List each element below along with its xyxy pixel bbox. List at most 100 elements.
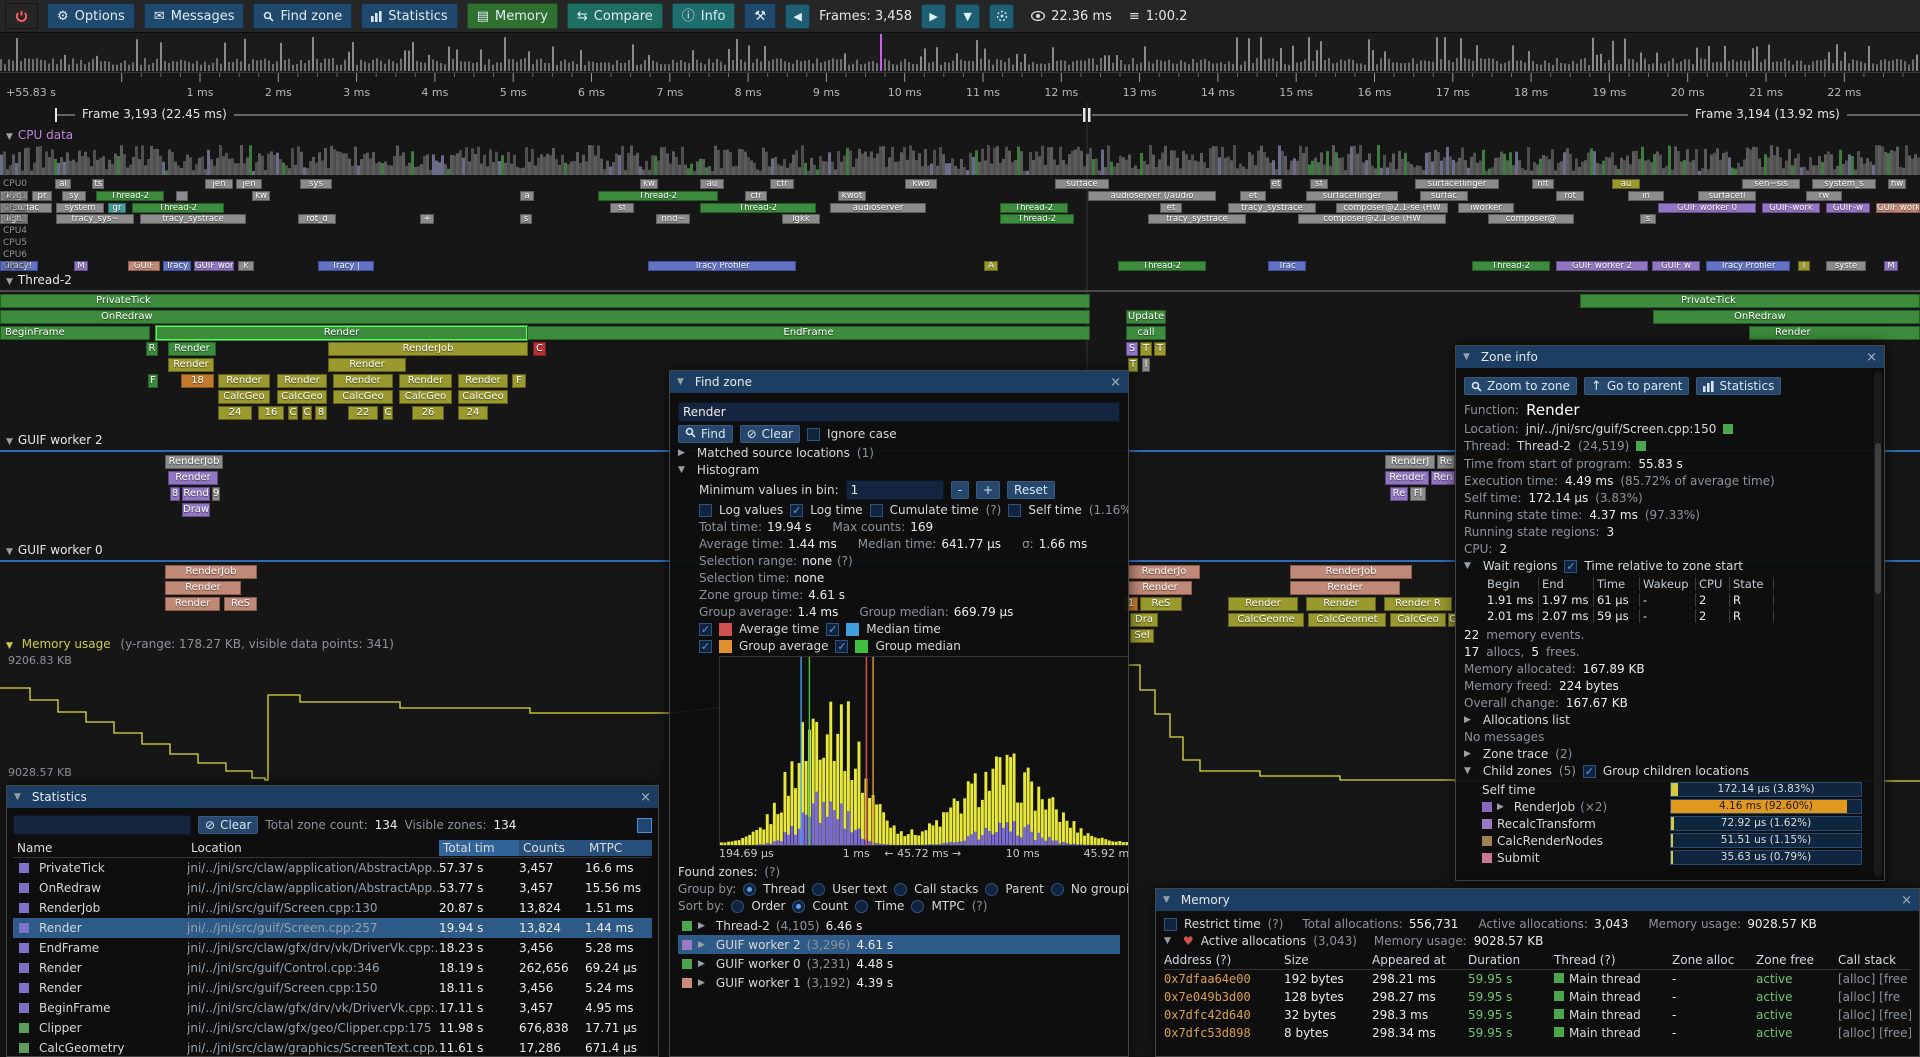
stats-col-header-counts[interactable]: Counts <box>519 840 585 856</box>
cpu-zone[interactable]: et <box>1240 191 1266 201</box>
timeline-zone[interactable]: Render <box>168 358 214 372</box>
cpu-zone[interactable]: k <box>238 261 254 271</box>
collapse-icon[interactable]: ▼ <box>14 792 21 802</box>
min-bin-decrement-button[interactable]: - <box>951 481 969 499</box>
timeline-zone[interactable]: Render <box>1385 471 1429 485</box>
cpu-zone[interactable]: a <box>520 191 534 201</box>
cpu-zone[interactable]: au <box>1612 179 1640 189</box>
cpu-zone[interactable]: audioserver (/audio <box>1088 191 1216 201</box>
cpu-zone[interactable]: composer@ <box>1488 214 1574 224</box>
timeline-zone[interactable]: Sel <box>1130 629 1154 643</box>
child-zone-row[interactable]: Submit35.63 us (0.79%) <box>1464 849 1870 866</box>
cpu-zone[interactable]: Thread-2 <box>598 191 718 201</box>
option-checkbox-log-time[interactable] <box>790 504 803 517</box>
min-bin-input[interactable] <box>846 480 944 500</box>
timeline-zone[interactable]: RenderJob <box>328 342 528 356</box>
cpu-zone[interactable]: GUIF wor <box>194 261 234 271</box>
stats-clear-button[interactable]: ⊘Clear <box>198 816 258 834</box>
cpu-zone[interactable]: surface <box>1055 179 1109 189</box>
stats-col-header-name[interactable]: Name <box>13 840 187 856</box>
find-button[interactable]: Find <box>678 425 733 443</box>
stats-table-row[interactable]: Renderjni/../jni/src/guif/Control.cpp:34… <box>13 958 652 978</box>
cpu-zone[interactable]: system <box>56 203 104 213</box>
close-icon[interactable]: × <box>1866 350 1877 365</box>
cpu-zone[interactable]: rot <box>1556 191 1584 201</box>
timeline-zone[interactable]: Draw <box>182 503 210 517</box>
cpu-zone[interactable]: gr <box>108 203 126 213</box>
legend-checkbox[interactable] <box>826 623 839 636</box>
cpu-zone[interactable]: sy <box>62 191 86 201</box>
close-icon[interactable]: × <box>1901 893 1912 908</box>
cpu-zone[interactable]: Thread-2 <box>700 203 816 213</box>
cpu-zone[interactable]: surfaceflinger <box>1415 179 1499 189</box>
timeline-zone[interactable]: RenderJo <box>1128 565 1200 579</box>
found-zone-group[interactable]: ▶GUIF worker 2(3,296)4.61 s <box>678 935 1120 954</box>
cpu-zone[interactable]: Tracy Profiler <box>648 261 796 271</box>
cpu-zone[interactable]: tracy_systrace <box>1228 203 1316 213</box>
timeline-zone[interactable]: Re <box>1390 487 1408 501</box>
frame-label-a[interactable]: Frame 3,193 (22.45 ms) <box>75 107 234 121</box>
cpu-zone[interactable]: kw <box>640 179 658 189</box>
timeline-zone[interactable]: CalcGeomet <box>1308 613 1386 627</box>
cpu-zone[interactable]: I <box>1798 261 1810 271</box>
restrict-time-checkbox[interactable] <box>1164 918 1177 931</box>
timeline-zone[interactable]: T <box>1154 342 1166 356</box>
timeline-zone[interactable]: Render <box>165 581 241 595</box>
stats-table-row[interactable]: OnRedrawjni/../jni/src/claw/application/… <box>13 878 652 898</box>
matched-source-locations-toggle[interactable]: ▶Matched source locations(1) <box>678 446 1120 460</box>
timeline-zone[interactable]: EndFrame <box>527 326 1090 340</box>
allocation-row[interactable]: 0x7dfc53d8988 bytes298.34 ms59.95 sMain … <box>1164 1024 1911 1042</box>
radio-call-stacks[interactable] <box>894 883 907 896</box>
radio-no-grouping[interactable] <box>1051 883 1064 896</box>
cpu-zone[interactable]: composer@2.1-se (HW <box>1298 214 1446 224</box>
allocation-row[interactable]: 0x7e049b3d00128 bytes298.27 ms59.95 sMai… <box>1164 988 1911 1006</box>
cpu-zone[interactable]: GUIF-work <box>1762 203 1820 213</box>
cpu-zone[interactable]: kwo <box>905 179 937 189</box>
cpu-zone[interactable]: et <box>1160 203 1182 213</box>
stats-table-row[interactable]: EndFramejni/../jni/src/claw/gfx/drv/vk/D… <box>13 938 652 958</box>
stats-col-header-mtpc[interactable]: MTPC <box>585 840 652 856</box>
cpu-zone[interactable]: hw <box>1888 179 1906 189</box>
cpu-zone[interactable]: kw <box>252 191 270 201</box>
cpu-zone[interactable]: iworker <box>1458 203 1514 213</box>
cpu-zone[interactable]: sen~sis <box>1742 179 1800 189</box>
alloc-col-header-duration[interactable]: Duration <box>1468 953 1554 967</box>
cpu-zone[interactable]: s <box>1640 214 1656 224</box>
cpu-zone[interactable]: GUIF w <box>1652 261 1700 271</box>
active-allocations-toggle[interactable]: ▼ ♥ Active allocations (3,043) Memory us… <box>1164 934 1911 948</box>
cpu-zone[interactable]: surfac <box>1420 191 1468 201</box>
histogram-toggle[interactable]: ▼Histogram <box>678 463 1120 477</box>
cpu-zone[interactable]: M <box>74 261 88 271</box>
allocations-table-header[interactable]: Address (?)SizeAppeared atDurationThread… <box>1164 951 1911 970</box>
alloc-col-header-thread-[interactable]: Thread (?) <box>1554 953 1672 967</box>
cpu-zone[interactable]: surfacefl <box>1698 191 1756 201</box>
found-zone-group[interactable]: ▶Thread-2(4,105)6.46 s <box>678 916 1120 935</box>
cpu-zone[interactable]: GUIF-w <box>1826 203 1870 213</box>
child-zone-row[interactable]: CalcRenderNodes51.51 us (1.15%) <box>1464 832 1870 849</box>
timeline-zone[interactable]: Render <box>1306 597 1376 611</box>
timeline-zone[interactable]: OnRedraw <box>0 310 1090 324</box>
timeline-zone[interactable]: T <box>1140 342 1152 356</box>
radio-thread[interactable] <box>743 883 756 896</box>
cpu-zone[interactable]: A <box>984 261 998 271</box>
time-relative-checkbox[interactable] <box>1564 560 1577 573</box>
stats-table-row[interactable]: PrivateTickjni/../jni/src/claw/applicati… <box>13 858 652 878</box>
stats-col-header-total-tim[interactable]: Total tim <box>439 840 519 856</box>
timeline-zone[interactable]: Render <box>1290 581 1400 595</box>
timeline-zone[interactable]: Rend <box>182 487 210 501</box>
timeline-zone[interactable]: Render <box>168 342 216 356</box>
cpu-zone[interactable]: et <box>1270 179 1282 189</box>
cpu-zone[interactable]: M <box>1884 261 1898 271</box>
cpu-zone[interactable]: pr <box>32 191 52 201</box>
cpu-zone[interactable]: cfr <box>770 179 794 189</box>
timeline-zone[interactable]: RenderJob <box>165 455 223 469</box>
cpu-zone[interactable]: sf <box>610 203 634 213</box>
found-zones-help[interactable]: (?) <box>764 865 780 879</box>
cpu-zone[interactable]: Trac <box>1268 261 1306 271</box>
timeline-zone[interactable]: l <box>1142 358 1150 372</box>
timeline-zone[interactable]: PrivateTick <box>1580 294 1920 308</box>
legend-checkbox[interactable] <box>699 640 712 653</box>
timeline-zone[interactable]: 26 <box>412 406 444 420</box>
location-value[interactable]: jni/../jni/src/guif/Screen.cpp:150 <box>1526 422 1717 436</box>
timeline-zone[interactable]: 24 <box>218 406 252 420</box>
